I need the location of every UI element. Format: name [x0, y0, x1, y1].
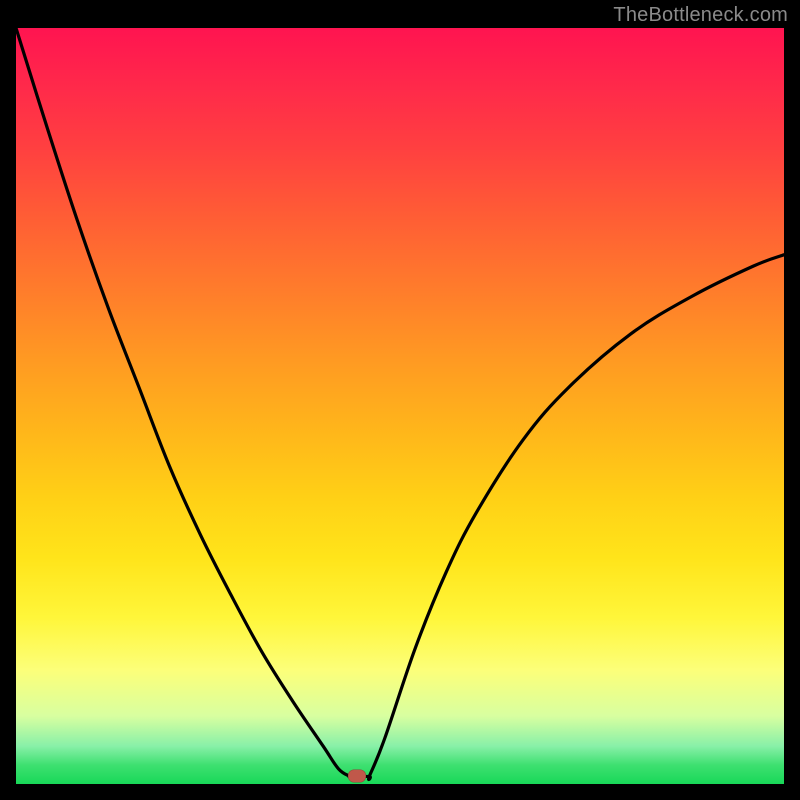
watermark-text: TheBottleneck.com — [613, 4, 788, 27]
bottleneck-curve — [16, 28, 784, 784]
minimum-marker — [348, 770, 366, 783]
curve-path — [16, 28, 784, 779]
chart-frame — [16, 28, 784, 784]
